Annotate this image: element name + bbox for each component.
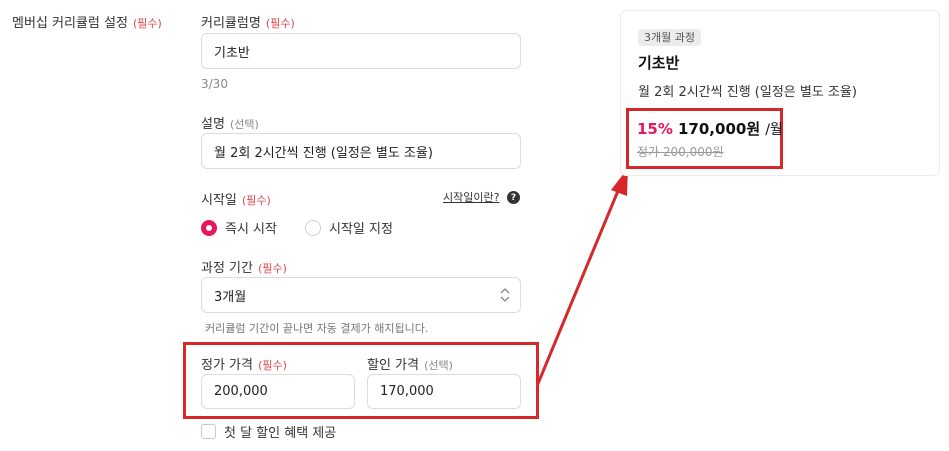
preview-price: 15% 170,000원 /월 [637, 118, 783, 139]
sale-price: 170,000원 [678, 120, 761, 138]
discount-percent: 15% [637, 120, 673, 138]
preview-title: 기초반 [638, 54, 680, 72]
price-per-unit: /월 [765, 122, 783, 138]
original-price: 정가 200,000원 [637, 145, 724, 159]
preview-description: 월 2회 2시간씩 진행 (일정은 별도 조율) [638, 85, 857, 100]
preview-badge-text: 3개월 과정 [638, 29, 701, 46]
preview-badge: 3개월 과정 [638, 26, 701, 46]
